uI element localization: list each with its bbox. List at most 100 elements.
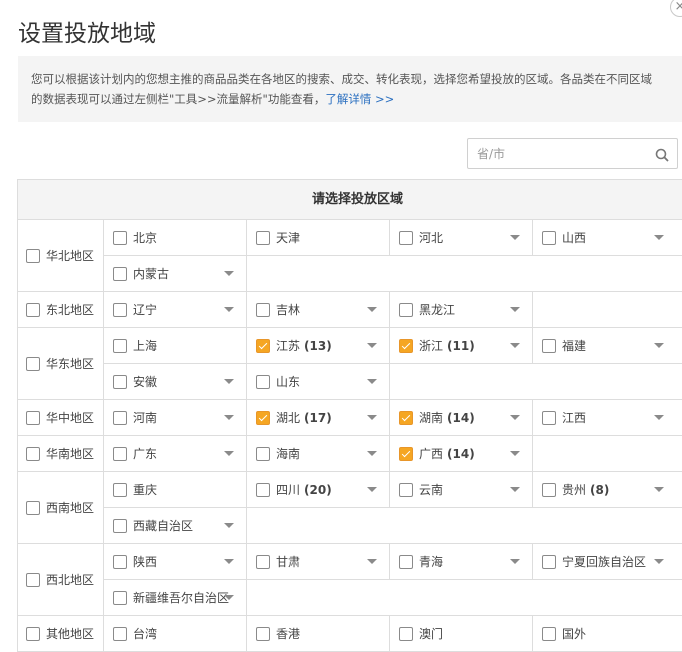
province-cell[interactable]: 吉林 bbox=[247, 292, 390, 327]
province-checkbox[interactable] bbox=[113, 590, 127, 605]
region-name-cell[interactable]: 东北地区 bbox=[18, 292, 104, 327]
region-name-cell[interactable]: 西北地区 bbox=[18, 544, 104, 615]
chevron-down-icon[interactable] bbox=[510, 343, 520, 348]
province-cell[interactable]: 江苏 (13) bbox=[247, 328, 390, 363]
chevron-down-icon[interactable] bbox=[224, 307, 234, 312]
province-checkbox[interactable] bbox=[113, 410, 127, 425]
province-checkbox[interactable] bbox=[256, 410, 270, 425]
province-checkbox[interactable] bbox=[113, 482, 127, 497]
chevron-down-icon[interactable] bbox=[224, 451, 234, 456]
chevron-down-icon[interactable] bbox=[224, 595, 234, 600]
region-name-cell[interactable]: 华北地区 bbox=[18, 220, 104, 291]
province-checkbox[interactable] bbox=[542, 230, 556, 245]
province-cell[interactable]: 天津 bbox=[247, 220, 390, 255]
province-checkbox[interactable] bbox=[113, 302, 127, 317]
region-checkbox[interactable] bbox=[26, 356, 40, 371]
province-cell[interactable]: 云南 bbox=[390, 472, 533, 507]
province-cell[interactable]: 山西 bbox=[533, 220, 676, 255]
region-name-cell[interactable]: 华中地区 bbox=[18, 400, 104, 435]
province-checkbox[interactable] bbox=[113, 374, 127, 389]
province-checkbox[interactable] bbox=[399, 302, 413, 317]
province-cell[interactable]: 安徽 bbox=[104, 364, 247, 399]
province-cell[interactable]: 陕西 bbox=[104, 544, 247, 579]
province-cell[interactable]: 四川 (20) bbox=[247, 472, 390, 507]
province-cell[interactable]: 西藏自治区 bbox=[104, 508, 247, 543]
province-checkbox[interactable] bbox=[113, 554, 127, 569]
region-checkbox[interactable] bbox=[26, 500, 40, 515]
province-checkbox[interactable] bbox=[542, 554, 556, 569]
learn-more-link[interactable]: 了解详情 >> bbox=[325, 92, 394, 106]
province-cell[interactable]: 河南 bbox=[104, 400, 247, 435]
chevron-down-icon[interactable] bbox=[510, 451, 520, 456]
province-checkbox[interactable] bbox=[113, 266, 127, 281]
province-checkbox[interactable] bbox=[256, 446, 270, 461]
province-cell[interactable]: 福建 bbox=[533, 328, 676, 363]
province-cell[interactable]: 广东 bbox=[104, 436, 247, 471]
region-name-cell[interactable]: 华东地区 bbox=[18, 328, 104, 399]
province-checkbox[interactable] bbox=[399, 446, 413, 461]
province-cell[interactable]: 河北 bbox=[390, 220, 533, 255]
province-cell[interactable]: 辽宁 bbox=[104, 292, 247, 327]
region-name-cell[interactable]: 华南地区 bbox=[18, 436, 104, 471]
province-checkbox[interactable] bbox=[399, 482, 413, 497]
region-checkbox[interactable] bbox=[26, 302, 40, 317]
chevron-down-icon[interactable] bbox=[224, 559, 234, 564]
chevron-down-icon[interactable] bbox=[367, 451, 377, 456]
chevron-down-icon[interactable] bbox=[224, 379, 234, 384]
chevron-down-icon[interactable] bbox=[510, 559, 520, 564]
province-checkbox[interactable] bbox=[256, 482, 270, 497]
province-cell[interactable]: 宁夏回族自治区 bbox=[533, 544, 676, 579]
province-checkbox[interactable] bbox=[399, 554, 413, 569]
province-checkbox[interactable] bbox=[113, 230, 127, 245]
province-checkbox[interactable] bbox=[256, 338, 270, 353]
province-cell[interactable]: 山东 bbox=[247, 364, 390, 399]
province-cell[interactable]: 黑龙江 bbox=[390, 292, 533, 327]
region-name-cell[interactable]: 西南地区 bbox=[18, 472, 104, 543]
region-checkbox[interactable] bbox=[26, 572, 40, 587]
province-checkbox[interactable] bbox=[542, 482, 556, 497]
province-checkbox[interactable] bbox=[256, 374, 270, 389]
chevron-down-icon[interactable] bbox=[510, 487, 520, 492]
province-cell[interactable]: 重庆 bbox=[104, 472, 247, 507]
close-icon[interactable]: × bbox=[670, 0, 682, 17]
province-cell[interactable]: 湖北 (17) bbox=[247, 400, 390, 435]
chevron-down-icon[interactable] bbox=[510, 307, 520, 312]
region-checkbox[interactable] bbox=[26, 410, 40, 425]
province-cell[interactable]: 北京 bbox=[104, 220, 247, 255]
province-checkbox[interactable] bbox=[399, 410, 413, 425]
province-checkbox[interactable] bbox=[542, 410, 556, 425]
chevron-down-icon[interactable] bbox=[654, 343, 664, 348]
province-checkbox[interactable] bbox=[256, 554, 270, 569]
chevron-down-icon[interactable] bbox=[654, 487, 664, 492]
province-cell[interactable]: 江西 bbox=[533, 400, 676, 435]
province-cell[interactable]: 广西 (14) bbox=[390, 436, 533, 471]
province-cell[interactable]: 上海 bbox=[104, 328, 247, 363]
province-checkbox[interactable] bbox=[113, 338, 127, 353]
region-checkbox[interactable] bbox=[26, 446, 40, 461]
chevron-down-icon[interactable] bbox=[367, 343, 377, 348]
chevron-down-icon[interactable] bbox=[224, 271, 234, 276]
chevron-down-icon[interactable] bbox=[510, 415, 520, 420]
chevron-down-icon[interactable] bbox=[367, 307, 377, 312]
search-input[interactable] bbox=[468, 139, 647, 168]
province-cell[interactable]: 湖南 (14) bbox=[390, 400, 533, 435]
chevron-down-icon[interactable] bbox=[224, 415, 234, 420]
chevron-down-icon[interactable] bbox=[654, 559, 664, 564]
province-cell[interactable]: 新疆维吾尔自治区 bbox=[104, 580, 247, 615]
province-checkbox[interactable] bbox=[113, 518, 127, 533]
province-checkbox[interactable] bbox=[399, 230, 413, 245]
chevron-down-icon[interactable] bbox=[367, 415, 377, 420]
province-cell[interactable]: 海南 bbox=[247, 436, 390, 471]
chevron-down-icon[interactable] bbox=[510, 235, 520, 240]
province-checkbox[interactable] bbox=[399, 338, 413, 353]
province-checkbox[interactable] bbox=[256, 230, 270, 245]
chevron-down-icon[interactable] bbox=[224, 523, 234, 528]
chevron-down-icon[interactable] bbox=[367, 559, 377, 564]
chevron-down-icon[interactable] bbox=[367, 379, 377, 384]
province-cell[interactable]: 内蒙古 bbox=[104, 256, 247, 291]
search-icon[interactable] bbox=[655, 147, 669, 166]
chevron-down-icon[interactable] bbox=[654, 415, 664, 420]
province-cell[interactable]: 甘肃 bbox=[247, 544, 390, 579]
chevron-down-icon[interactable] bbox=[367, 487, 377, 492]
province-checkbox[interactable] bbox=[113, 446, 127, 461]
